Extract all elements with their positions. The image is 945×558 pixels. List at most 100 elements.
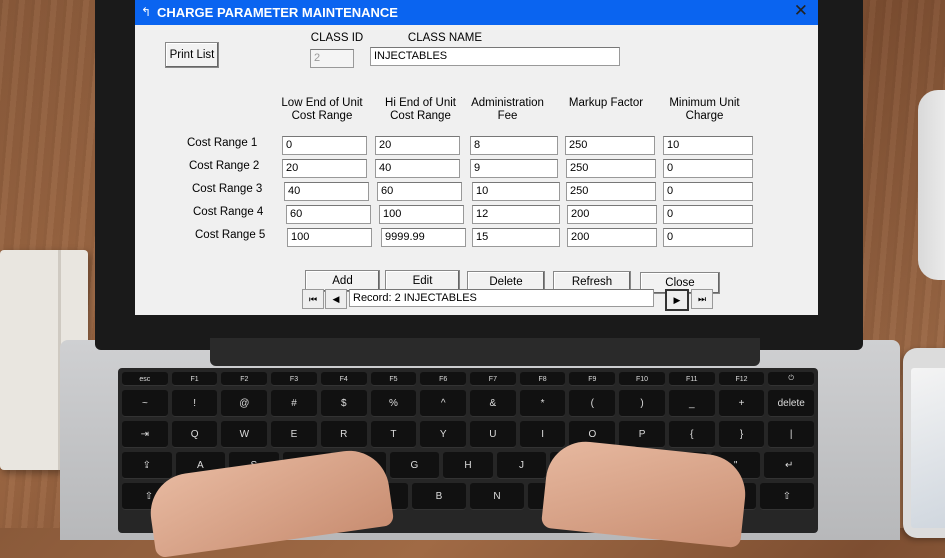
keyboard-key: $ — [320, 390, 367, 417]
keyboard-key: Y — [420, 421, 467, 448]
col-header-markup: Markup Factor — [568, 97, 644, 109]
keyboard-key: delete — [768, 390, 815, 417]
col-header-admin-fee: Administration Fee — [465, 97, 550, 123]
keyboard-key: F9 — [569, 372, 616, 386]
cost-range-hi-field[interactable]: 40 — [375, 159, 460, 178]
cost-range-hi-field[interactable]: 20 — [375, 136, 460, 155]
keyboard-key: E — [271, 421, 317, 448]
cost-range-low-field[interactable]: 100 — [287, 228, 372, 247]
cost-range-label: Cost Range 4 — [193, 206, 264, 218]
cost-range-min-field[interactable]: 0 — [663, 159, 753, 178]
col-header-admin-fee-line2: Fee — [497, 110, 518, 122]
cost-range-admin-field[interactable]: 15 — [472, 228, 560, 247]
col-header-admin-fee-line1: Administration — [471, 97, 544, 109]
keyboard-key: P — [619, 421, 665, 448]
keyboard-key: ^ — [420, 390, 467, 417]
laptop-hinge — [210, 338, 760, 366]
keyboard-key: & — [470, 390, 516, 417]
keyboard-key: % — [370, 390, 417, 417]
keyboard-key: } — [718, 421, 765, 448]
cost-range-hi-field[interactable]: 9999.99 — [381, 228, 466, 247]
keyboard-key: * — [519, 390, 566, 417]
keyboard-key: @ — [221, 390, 268, 417]
class-name-field[interactable]: INJECTABLES — [370, 47, 620, 66]
col-header-min-charge-line2: Charge — [685, 110, 724, 122]
cost-range-markup-field[interactable]: 200 — [567, 205, 657, 224]
cost-range-min-field[interactable]: 10 — [663, 136, 753, 155]
last-record-button[interactable]: ⏭ — [691, 289, 713, 309]
keyboard-key: W — [221, 421, 268, 448]
cost-range-hi-field[interactable]: 100 — [379, 205, 464, 224]
cost-range-min-field[interactable]: 0 — [663, 228, 753, 247]
cost-range-markup-field[interactable]: 250 — [565, 136, 655, 155]
col-header-low-end-line2: Cost Range — [291, 110, 353, 122]
keyboard-key: ) — [619, 390, 665, 417]
cost-range-markup-field[interactable]: 200 — [567, 228, 657, 247]
keyboard-key: F10 — [619, 372, 665, 386]
first-record-button[interactable]: ⏮ — [302, 289, 324, 309]
keyboard-key: H — [443, 452, 493, 479]
cost-range-hi-field[interactable]: 60 — [377, 182, 462, 201]
cost-range-admin-field[interactable]: 12 — [472, 205, 560, 224]
keyboard-key: U — [470, 421, 516, 448]
keyboard-key: ⇪ — [122, 452, 172, 479]
cost-range-admin-field[interactable]: 8 — [470, 136, 558, 155]
app-window: ↰ CHARGE PARAMETER MAINTENANCE ✕ Print L… — [135, 0, 818, 315]
cost-range-low-field[interactable]: 0 — [282, 136, 367, 155]
cost-range-low-field[interactable]: 40 — [284, 182, 369, 201]
prev-record-button[interactable]: ◀ — [325, 289, 347, 309]
col-header-low-end: Low End of Unit Cost Range — [277, 97, 367, 123]
keyboard-key: F7 — [470, 372, 516, 386]
keyboard-key: G — [389, 452, 440, 479]
keyboard-key: R — [320, 421, 367, 448]
cost-range-markup-field[interactable]: 250 — [566, 182, 656, 201]
keyboard-key: # — [271, 390, 317, 417]
keyboard-key: ⏻ — [768, 372, 815, 386]
cost-range-admin-field[interactable]: 9 — [470, 159, 558, 178]
cost-range-min-field[interactable]: 0 — [663, 205, 753, 224]
keyboard-key: | — [768, 421, 815, 448]
cost-range-label: Cost Range 1 — [187, 137, 258, 149]
cost-range-low-field[interactable]: 60 — [286, 205, 371, 224]
cost-range-label: Cost Range 2 — [189, 160, 260, 172]
keyboard-key: F11 — [668, 372, 715, 386]
keyboard-key: Q — [171, 421, 218, 448]
next-record-button[interactable]: ▶ — [665, 289, 689, 311]
col-header-min-charge: Minimum Unit Charge — [662, 97, 747, 123]
cost-range-label: Cost Range 5 — [195, 229, 266, 241]
keyboard-key: F6 — [420, 372, 467, 386]
keyboard-key: { — [668, 421, 715, 448]
record-indicator: Record: 2 INJECTABLES — [349, 289, 654, 307]
keyboard-key: B — [412, 483, 466, 510]
phone — [903, 348, 945, 538]
col-header-hi-end: Hi End of Unit Cost Range — [378, 97, 463, 123]
keyboard-key: ↵ — [764, 452, 814, 479]
keyboard-key: N — [470, 483, 524, 510]
keyboard-key: ! — [171, 390, 218, 417]
cost-range-markup-field[interactable]: 250 — [566, 159, 656, 178]
keyboard-key: ~ — [122, 390, 168, 417]
keyboard-key: + — [718, 390, 765, 417]
cost-range-min-field[interactable]: 0 — [663, 182, 753, 201]
mug — [918, 90, 945, 280]
keyboard-key: ( — [569, 390, 616, 417]
class-id-field[interactable]: 2 — [310, 49, 354, 68]
col-header-min-charge-line1: Minimum Unit — [669, 97, 740, 109]
class-name-label: CLASS NAME — [407, 32, 483, 44]
keyboard-key: F4 — [320, 372, 367, 386]
keyboard-key: ⇥ — [122, 421, 168, 448]
title-bar: ↰ CHARGE PARAMETER MAINTENANCE ✕ — [135, 0, 818, 25]
cost-range-low-field[interactable]: 20 — [282, 159, 367, 178]
keyboard-key: F12 — [718, 372, 765, 386]
keyboard-key: esc — [122, 372, 168, 386]
keyboard-key: _ — [668, 390, 715, 417]
keyboard-key: F2 — [221, 372, 268, 386]
print-list-button[interactable]: Print List — [165, 42, 219, 68]
col-header-low-end-line1: Low End of Unit — [281, 97, 363, 109]
keyboard-qwerty-row: ⇥ Q W E R T Y U I O P{} | — [122, 421, 815, 448]
keyboard-fn-row: esc F1 F2 F3 F4 F5 F6 F7 F8 F9 F10 F11 F12 ⏻ — [122, 372, 815, 386]
keyboard-key: F3 — [271, 372, 317, 386]
cost-range-label: Cost Range 3 — [192, 183, 263, 195]
close-window-button[interactable]: ✕ — [794, 1, 808, 21]
cost-range-admin-field[interactable]: 10 — [472, 182, 560, 201]
